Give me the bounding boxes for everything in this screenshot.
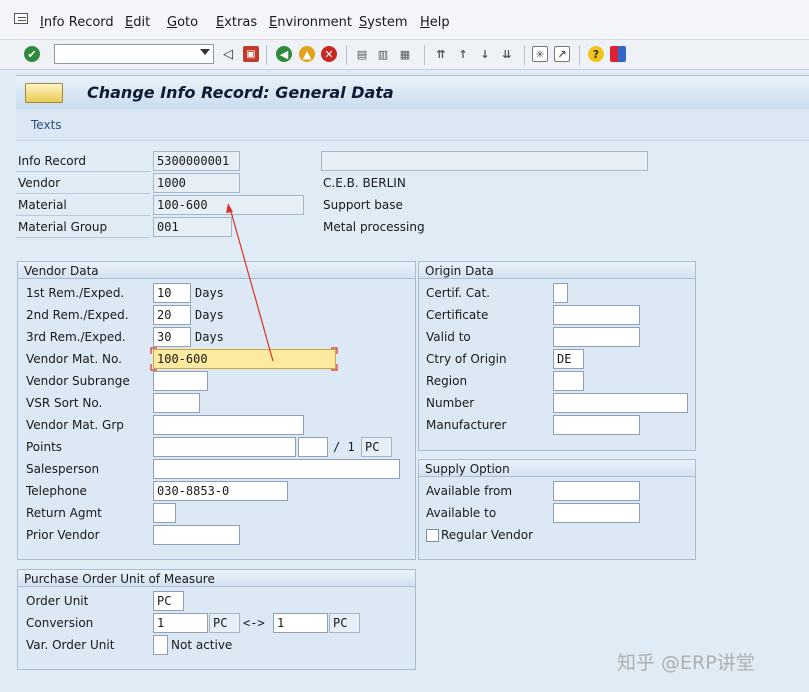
watermark: 知乎 @ERP讲堂 — [617, 652, 755, 674]
annotation-overlay — [150, 203, 338, 371]
highlight-brackets — [150, 347, 338, 371]
annotation-arrow — [229, 207, 274, 362]
arrow-head-icon — [226, 203, 233, 213]
